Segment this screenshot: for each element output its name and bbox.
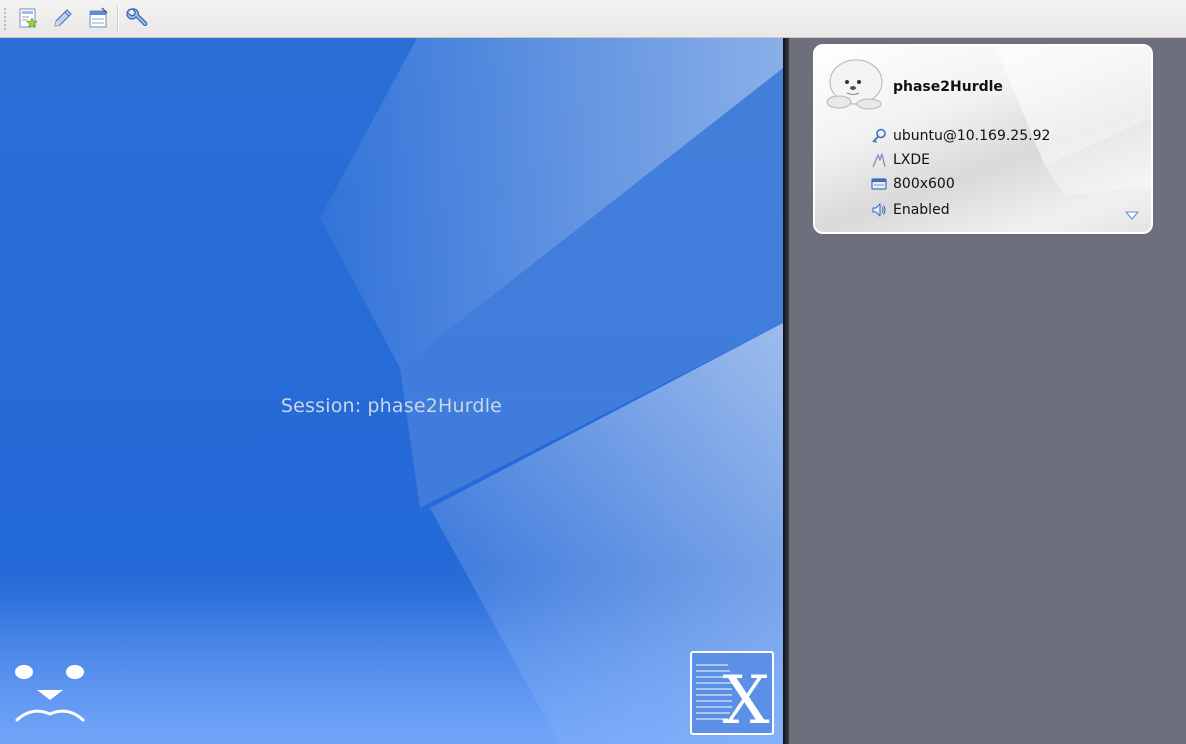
panda-logo-icon xyxy=(15,665,85,722)
session-server-row: ubuntu@10.169.25.92 xyxy=(871,126,1050,146)
toolbar-grip[interactable] xyxy=(3,7,7,31)
edit-session-button[interactable] xyxy=(50,5,76,31)
session-label: Session: xyxy=(280,395,362,417)
toolbar-separator xyxy=(117,6,118,32)
speaker-icon xyxy=(872,203,886,217)
key-icon xyxy=(872,128,886,143)
session-status-text: Session: phase2Hurdle xyxy=(0,395,783,417)
session-sound-row: Enabled xyxy=(871,200,950,220)
session-sound: Enabled xyxy=(893,202,950,218)
session-card-title: phase2Hurdle xyxy=(893,79,1003,95)
display-resolution-icon xyxy=(871,178,887,190)
toolbar xyxy=(0,0,1186,38)
desktop-background xyxy=(0,38,783,744)
session-resolution: 800x600 xyxy=(893,176,955,192)
session-resolution-row: 800x600 xyxy=(871,174,955,194)
x2go-logo: X xyxy=(690,651,774,735)
x-letter: X xyxy=(723,662,770,733)
x-letter-icon: X xyxy=(696,662,770,733)
session-name: phase2Hurdle xyxy=(367,395,503,417)
new-session-button[interactable] xyxy=(15,5,41,31)
desktop-environment-icon xyxy=(872,153,886,168)
settings-button[interactable] xyxy=(124,5,150,31)
session-desktop: LXDE xyxy=(893,152,931,168)
session-list-panel: phase2Hurdle ubuntu@10.169.25.92 LXDE 80… xyxy=(789,38,1186,744)
manage-sessions-icon xyxy=(89,7,108,28)
manage-sessions-button[interactable] xyxy=(85,5,111,31)
new-session-icon xyxy=(19,8,38,28)
session-desktop-row: LXDE xyxy=(871,150,930,170)
session-server: ubuntu@10.169.25.92 xyxy=(893,128,1051,144)
session-display-area[interactable]: Session: phase2Hurdle X xyxy=(0,38,783,744)
settings-wrench-icon xyxy=(126,8,148,27)
session-card[interactable]: phase2Hurdle ubuntu@10.169.25.92 LXDE 80… xyxy=(813,44,1153,234)
edit-session-icon xyxy=(54,9,72,27)
chevron-down-icon[interactable] xyxy=(1124,209,1140,221)
seal-avatar-icon[interactable] xyxy=(825,56,887,112)
